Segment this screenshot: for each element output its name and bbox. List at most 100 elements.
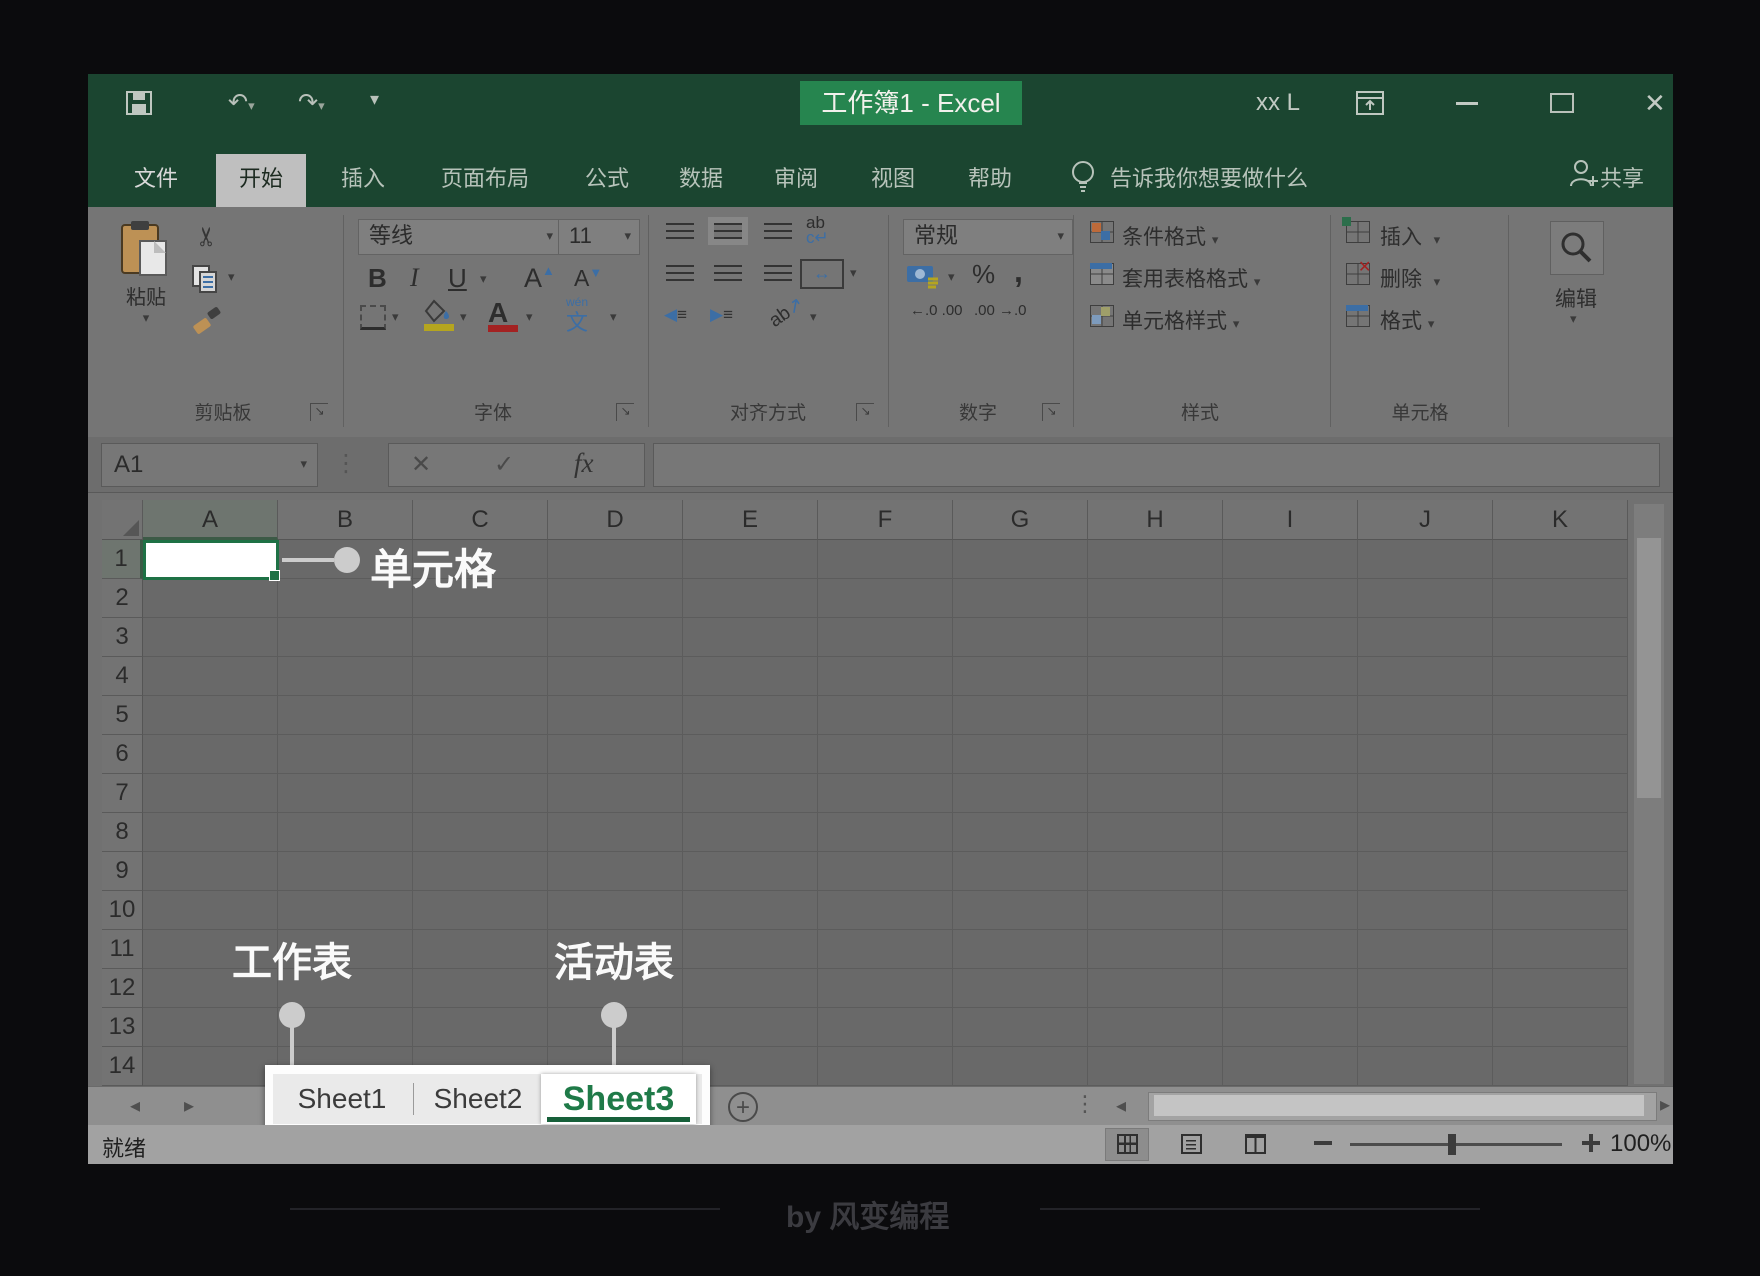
cell-styles-button[interactable]: 单元格样式 ▾ xyxy=(1122,305,1239,335)
decrease-decimal-button[interactable]: .00 →.0 xyxy=(974,303,1030,319)
hscroll-left-icon[interactable]: ◂ xyxy=(1116,1087,1126,1126)
align-top-button[interactable] xyxy=(666,223,694,239)
row-header-7[interactable]: 7 xyxy=(102,774,143,813)
row-header-5[interactable]: 5 xyxy=(102,696,143,735)
column-header-D[interactable]: D xyxy=(548,500,683,540)
row-header-11[interactable]: 11 xyxy=(102,930,143,969)
row-header-6[interactable]: 6 xyxy=(102,735,143,774)
sheetbar-splitter[interactable]: ⋮ xyxy=(1074,1091,1096,1117)
sheet-nav-next-icon[interactable]: ▸ xyxy=(184,1087,194,1126)
find-select-button[interactable] xyxy=(1550,221,1604,275)
fill-color-button[interactable] xyxy=(424,299,454,331)
column-header-E[interactable]: E xyxy=(683,500,818,540)
view-page-break-button[interactable] xyxy=(1234,1129,1276,1160)
underline-dropdown-icon[interactable]: ▾ xyxy=(480,271,487,287)
column-header-A[interactable]: A xyxy=(143,500,278,540)
zoom-slider-track[interactable] xyxy=(1350,1143,1562,1146)
alignment-dialog-launcher-icon[interactable]: ↘ xyxy=(856,403,874,421)
italic-button[interactable]: I xyxy=(410,263,419,293)
format-cells-button[interactable]: 格式 ▾ xyxy=(1380,305,1434,335)
orientation-button[interactable]: ab↗ xyxy=(765,292,809,332)
vertical-scrollbar-thumb[interactable] xyxy=(1637,538,1661,798)
sheet-nav-prev-icon[interactable]: ◂ xyxy=(130,1087,140,1126)
tab-insert[interactable]: 插入 xyxy=(323,154,403,207)
editing-dropdown-icon[interactable]: ▾ xyxy=(1570,311,1577,327)
row-header-1[interactable]: 1 xyxy=(102,540,143,579)
insert-cells-button[interactable]: 插入 ▾ xyxy=(1380,221,1440,251)
conditional-formatting-button[interactable]: 条件格式 ▾ xyxy=(1122,221,1218,251)
delete-cells-button[interactable]: 删除 ▾ xyxy=(1380,263,1440,293)
align-right-button[interactable] xyxy=(764,265,792,281)
wrap-text-button[interactable]: abc↵ xyxy=(806,215,829,245)
underline-button[interactable]: U xyxy=(448,263,467,294)
redo-icon[interactable]: ↷▾ xyxy=(298,74,325,135)
fill-color-dropdown-icon[interactable]: ▾ xyxy=(460,309,467,325)
tab-page-layout[interactable]: 页面布局 xyxy=(416,154,554,207)
minimize-button[interactable] xyxy=(1456,102,1478,105)
zoom-level[interactable]: 100% xyxy=(1610,1130,1671,1158)
orientation-dropdown-icon[interactable]: ▾ xyxy=(810,309,817,325)
clipboard-dialog-launcher-icon[interactable]: ↘ xyxy=(310,403,328,421)
font-dialog-launcher-icon[interactable]: ↘ xyxy=(616,403,634,421)
tab-review[interactable]: 审阅 xyxy=(754,154,838,207)
column-header-J[interactable]: J xyxy=(1358,500,1493,540)
row-header-3[interactable]: 3 xyxy=(102,618,143,657)
enter-button[interactable]: ✓ xyxy=(494,450,514,479)
decrease-indent-button[interactable]: ◀≡ xyxy=(664,305,685,325)
align-left-button[interactable] xyxy=(666,265,694,281)
shrink-font-button[interactable]: A▼ xyxy=(574,265,602,292)
save-icon[interactable] xyxy=(126,91,152,115)
bold-button[interactable]: B xyxy=(368,263,387,294)
name-box[interactable]: A1 ▾ xyxy=(101,443,318,487)
accounting-format-button[interactable] xyxy=(906,263,940,289)
maximize-button[interactable] xyxy=(1550,93,1574,113)
row-header-4[interactable]: 4 xyxy=(102,657,143,696)
percent-style-button[interactable]: % xyxy=(972,259,995,290)
formula-bar-splitter[interactable]: ⋮ xyxy=(334,449,358,478)
select-all-corner[interactable] xyxy=(102,500,143,540)
row-header-2[interactable]: 2 xyxy=(102,579,143,618)
zoom-out-button[interactable] xyxy=(1314,1141,1332,1145)
row-header-9[interactable]: 9 xyxy=(102,852,143,891)
tab-view[interactable]: 视图 xyxy=(852,154,934,207)
zoom-slider-thumb[interactable] xyxy=(1448,1134,1456,1155)
column-header-G[interactable]: G xyxy=(953,500,1088,540)
font-name-select[interactable]: 等线 ▾ xyxy=(358,219,562,255)
hscroll-right-icon[interactable]: ▸ xyxy=(1660,1086,1670,1125)
account-name[interactable]: xx L xyxy=(1256,74,1300,132)
increase-decimal-button[interactable]: ←.0 .00 xyxy=(910,303,966,319)
copy-icon[interactable] xyxy=(192,265,218,293)
increase-indent-button[interactable]: ▶≡ xyxy=(710,305,731,325)
selected-cell-a1[interactable] xyxy=(143,540,279,580)
paste-button[interactable]: 粘贴 ▾ xyxy=(118,219,174,326)
grow-font-button[interactable]: A▲ xyxy=(524,263,555,294)
tab-file[interactable]: 文件 xyxy=(112,154,200,207)
view-page-layout-button[interactable] xyxy=(1170,1129,1212,1160)
align-bottom-button[interactable] xyxy=(764,223,792,239)
horizontal-scrollbar[interactable] xyxy=(1148,1092,1657,1121)
cancel-button[interactable]: ✕ xyxy=(411,450,431,479)
horizontal-scrollbar-thumb[interactable] xyxy=(1154,1095,1644,1116)
ribbon-display-options-icon[interactable] xyxy=(1356,91,1384,115)
phonetic-dropdown-icon[interactable]: ▾ xyxy=(610,309,617,325)
font-size-select[interactable]: 11 ▾ xyxy=(558,219,640,255)
formula-input[interactable] xyxy=(653,443,1660,487)
phonetic-guide-button[interactable]: wén 文 xyxy=(566,295,588,337)
row-header-13[interactable]: 13 xyxy=(102,1008,143,1047)
tab-home[interactable]: 开始 xyxy=(216,154,306,207)
format-as-table-button[interactable]: 套用表格格式 ▾ xyxy=(1122,263,1260,293)
sheet-tab-sheet2[interactable]: Sheet2 xyxy=(419,1074,537,1124)
merge-dropdown-icon[interactable]: ▾ xyxy=(850,265,857,281)
column-header-B[interactable]: B xyxy=(278,500,413,540)
align-center-button[interactable] xyxy=(714,265,742,281)
format-painter-icon[interactable] xyxy=(192,305,222,335)
undo-icon[interactable]: ↶▾ xyxy=(228,74,255,135)
fill-handle[interactable] xyxy=(269,570,280,581)
tell-me-box[interactable]: 告诉我你想要做什么 xyxy=(1110,154,1370,207)
column-header-H[interactable]: H xyxy=(1088,500,1223,540)
sheet-tab-sheet1[interactable]: Sheet1 xyxy=(277,1074,407,1124)
column-header-F[interactable]: F xyxy=(818,500,953,540)
accounting-dropdown-icon[interactable]: ▾ xyxy=(948,269,955,285)
number-format-select[interactable]: 常规 ▾ xyxy=(903,219,1073,255)
editing-group-button[interactable]: 编辑 xyxy=(1550,283,1602,313)
